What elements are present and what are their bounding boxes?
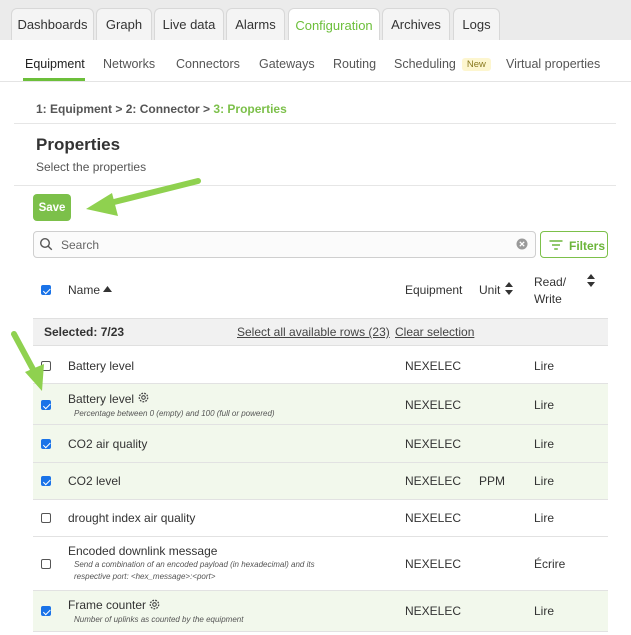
column-header-read-write[interactable]: Read/: [534, 275, 566, 289]
subnav-routing[interactable]: Routing: [333, 57, 376, 71]
subnav-gateways[interactable]: Gateways: [259, 57, 315, 71]
breadcrumb: 1: Equipment > 2: Connector > 3: Propert…: [36, 102, 287, 116]
clear-search-icon[interactable]: [516, 238, 528, 250]
tab-graph[interactable]: Graph: [96, 8, 152, 40]
column-header-unit[interactable]: Unit: [479, 283, 500, 297]
row-read-write: Lire: [534, 604, 555, 618]
subnav-scheduling[interactable]: Scheduling New: [394, 57, 491, 71]
breadcrumb-step-connector[interactable]: 2: Connector: [126, 102, 200, 116]
tab-alarms[interactable]: Alarms: [226, 8, 285, 40]
row-equipment: NEXELEC: [405, 511, 462, 525]
row-name: Battery level: [68, 359, 135, 373]
page-title: Properties: [36, 135, 121, 154]
column-header-name-label: Name: [68, 283, 101, 297]
sort-icon[interactable]: [587, 274, 595, 287]
row-checkbox[interactable]: [41, 559, 51, 569]
row-read-write: Lire: [534, 437, 555, 451]
selected-count: Selected: 7/23: [44, 325, 125, 339]
row-read-write: Lire: [534, 359, 555, 373]
sort-ascending-icon[interactable]: [103, 286, 112, 292]
row-name: Frame counter: [68, 598, 147, 612]
row-read-write: Lire: [534, 474, 555, 488]
row-description: Percentage between 0 (empty) and 100 (fu…: [74, 409, 275, 418]
row-description: Send a combination of an encoded payload…: [74, 560, 315, 569]
page-subtitle: Select the properties: [36, 160, 147, 174]
row-checkbox[interactable]: [41, 400, 51, 410]
gear-icon[interactable]: [137, 391, 150, 404]
row-checkbox[interactable]: [41, 606, 51, 616]
subnav-networks[interactable]: Networks: [103, 57, 155, 71]
divider: [14, 123, 616, 124]
arrow-to-save-icon: [86, 178, 201, 216]
save-button[interactable]: Save: [33, 194, 71, 221]
column-header-equipment[interactable]: Equipment: [405, 283, 462, 297]
row-unit: PPM: [479, 474, 506, 488]
subnav-equipment[interactable]: Equipment: [25, 57, 85, 71]
search-icon: [39, 237, 53, 251]
tab-dashboards[interactable]: Dashboards: [11, 8, 94, 40]
gear-icon[interactable]: [148, 598, 161, 611]
subnav-virtual-properties[interactable]: Virtual properties: [506, 57, 600, 71]
subnav-scheduling-label: Scheduling: [394, 57, 456, 71]
tab-live-data[interactable]: Live data: [154, 8, 224, 40]
row-equipment: NEXELEC: [405, 437, 462, 451]
tab-archives[interactable]: Archives: [382, 8, 450, 40]
row-name: CO2 air quality: [68, 437, 148, 451]
row-read-write: Écrire: [534, 557, 566, 571]
breadcrumb-step-equipment[interactable]: 1: Equipment: [36, 102, 112, 116]
row-name: drought index air quality: [68, 511, 196, 525]
search-placeholder: Search: [61, 238, 100, 252]
row-checkbox[interactable]: [41, 361, 51, 371]
column-header-name[interactable]: Name: [68, 283, 100, 297]
row-read-write: Lire: [534, 398, 555, 412]
row-read-write: Lire: [534, 511, 555, 525]
row-name: Battery level: [68, 392, 135, 406]
tab-configuration[interactable]: Configuration: [288, 8, 380, 41]
filter-icon: [549, 240, 563, 250]
row-equipment: NEXELEC: [405, 557, 462, 571]
filters-label: Filters: [569, 239, 606, 253]
row-equipment: NEXELEC: [405, 474, 462, 488]
divider: [14, 185, 616, 186]
column-header-read-write-line2: Write: [534, 292, 562, 306]
row-description-line2: respective port: <hex_message>:<port>: [74, 572, 216, 581]
row-checkbox[interactable]: [41, 476, 51, 486]
row-equipment: NEXELEC: [405, 359, 462, 373]
breadcrumb-separator: >: [112, 102, 126, 116]
new-badge: New: [461, 58, 491, 71]
row-description: Number of uplinks as counted by the equi…: [74, 615, 244, 624]
search-input[interactable]: [33, 231, 536, 258]
breadcrumb-separator: >: [199, 102, 214, 116]
subnav-connectors[interactable]: Connectors: [176, 57, 240, 71]
select-all-rows-link[interactable]: Select all available rows (23): [237, 325, 390, 339]
row-checkbox[interactable]: [41, 513, 51, 523]
row-name: Encoded downlink message: [68, 544, 218, 558]
select-all-checkbox[interactable]: [41, 285, 51, 295]
filters-button[interactable]: Filters: [540, 231, 608, 258]
clear-selection-link[interactable]: Clear selection: [395, 325, 474, 339]
subnav-active-indicator: [23, 78, 85, 81]
row-name: CO2 level: [68, 474, 121, 488]
breadcrumb-step-properties: 3: Properties: [213, 102, 287, 116]
tab-logs[interactable]: Logs: [453, 8, 500, 40]
sort-icon[interactable]: [505, 282, 513, 295]
row-equipment: NEXELEC: [405, 398, 462, 412]
row-checkbox[interactable]: [41, 439, 51, 449]
row-equipment: NEXELEC: [405, 604, 462, 618]
